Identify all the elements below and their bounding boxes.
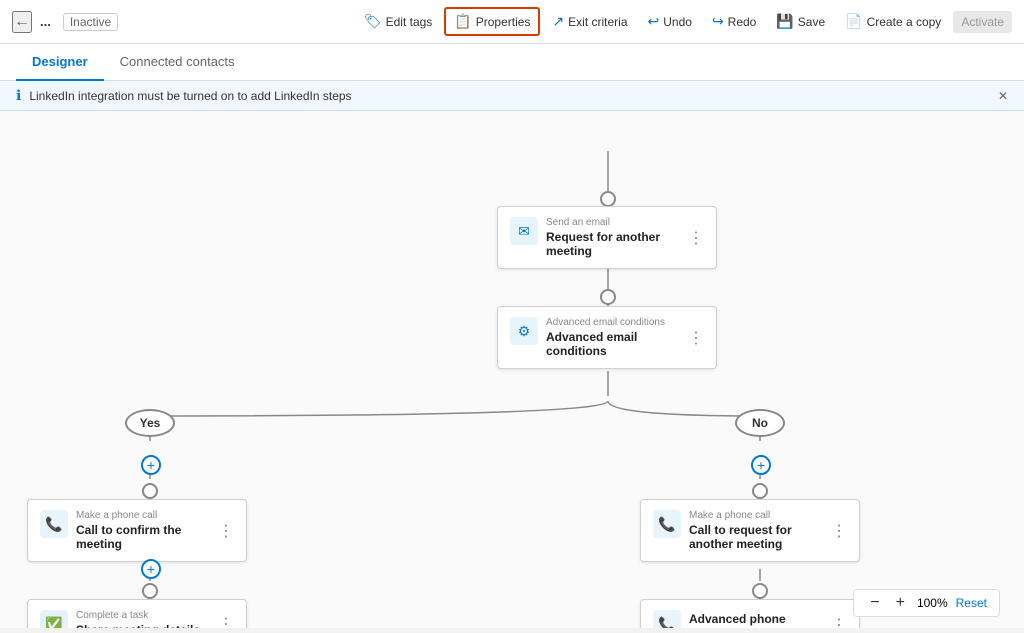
complete-task-node[interactable]: ✅ Complete a task Share meeting details …	[27, 599, 247, 628]
advanced-email-node[interactable]: ⚙ Advanced email conditions Advanced ema…	[497, 306, 717, 369]
advanced-phone-node[interactable]: 📞 Advanced phone condition ⋮	[640, 599, 860, 628]
status-badge: Inactive	[63, 13, 118, 31]
zoom-bar: − + 100% Reset	[853, 589, 1000, 617]
exit-criteria-icon: ↗	[552, 13, 564, 30]
close-info-button[interactable]: ✕	[998, 89, 1008, 103]
start-circle	[600, 191, 616, 207]
app-name: ...	[40, 14, 51, 29]
properties-icon: 📋	[454, 13, 471, 30]
info-bar: ℹ LinkedIn integration must be turned on…	[0, 81, 1024, 111]
properties-label: Properties	[476, 15, 531, 29]
advanced-email-menu[interactable]: ⋮	[688, 328, 704, 348]
phone-icon-left: 📞	[40, 510, 68, 538]
zoom-reset-button[interactable]: Reset	[956, 596, 987, 610]
call-confirm-title: Call to confirm the meeting	[76, 523, 210, 551]
edit-tags-button[interactable]: 🏷 Edit tags	[356, 9, 440, 34]
undo-button[interactable]: ↩ Undo	[640, 9, 700, 34]
zoom-out-button[interactable]: −	[866, 594, 883, 612]
info-icon: ℹ	[16, 87, 21, 104]
email-icon: ✉	[510, 217, 538, 245]
tag-icon: 🏷	[364, 13, 382, 30]
advanced-email-label: Advanced email conditions	[546, 317, 680, 328]
edit-tags-label: Edit tags	[386, 15, 433, 29]
header: ← ... Inactive 🏷 Edit tags 📋 Properties …	[0, 0, 1024, 44]
activate-label: Activate	[961, 15, 1004, 29]
advanced-phone-menu[interactable]: ⋮	[831, 615, 847, 628]
save-label: Save	[798, 15, 825, 29]
send-email-menu[interactable]: ⋮	[688, 228, 704, 248]
exit-criteria-label: Exit criteria	[568, 15, 627, 29]
complete-task-title: Share meeting details	[76, 623, 210, 628]
info-message: LinkedIn integration must be turned on t…	[29, 89, 351, 103]
complete-task-menu[interactable]: ⋮	[218, 614, 234, 628]
undo-icon: ↩	[648, 13, 660, 30]
send-email-label: Send an email	[546, 217, 680, 228]
call-confirm-label: Make a phone call	[76, 510, 210, 521]
properties-button[interactable]: 📋 Properties	[444, 7, 540, 36]
tab-designer[interactable]: Designer	[16, 44, 104, 81]
call-confirm-node[interactable]: 📞 Make a phone call Call to confirm the …	[27, 499, 247, 562]
call-confirm-menu[interactable]: ⋮	[218, 521, 234, 541]
back-button[interactable]: ←	[12, 11, 32, 33]
save-button[interactable]: 💾 Save	[768, 9, 833, 34]
create-copy-button[interactable]: 📄 Create a copy	[837, 9, 949, 34]
circle-left-2	[142, 583, 158, 599]
complete-task-label: Complete a task	[76, 610, 210, 621]
save-icon: 💾	[776, 13, 793, 30]
advanced-email-title: Advanced email conditions	[546, 330, 680, 358]
activate-button[interactable]: Activate	[953, 11, 1012, 33]
circle-left-1	[142, 483, 158, 499]
tabs: Designer Connected contacts	[0, 44, 1024, 81]
advanced-phone-title: Advanced phone condition	[689, 612, 823, 628]
canvas[interactable]: ✉ Send an email Request for another meet…	[0, 111, 1024, 628]
call-request-menu[interactable]: ⋮	[831, 521, 847, 541]
phone-icon-right: 📞	[653, 510, 681, 538]
call-request-title: Call to request for another meeting	[689, 523, 823, 551]
zoom-in-button[interactable]: +	[892, 594, 909, 612]
redo-icon: ↪	[712, 13, 724, 30]
task-icon: ✅	[40, 610, 68, 628]
header-actions: 🏷 Edit tags 📋 Properties ↗ Exit criteria…	[356, 7, 1012, 36]
phone-condition-icon: 📞	[653, 610, 681, 628]
redo-button[interactable]: ↪ Redo	[704, 9, 764, 34]
circle-right-2	[752, 583, 768, 599]
redo-label: Redo	[728, 15, 757, 29]
undo-label: Undo	[663, 15, 692, 29]
send-email-title: Request for another meeting	[546, 230, 680, 258]
plus-left-1[interactable]: +	[141, 455, 161, 475]
call-request-label: Make a phone call	[689, 510, 823, 521]
canvas-inner: ✉ Send an email Request for another meet…	[0, 111, 1024, 628]
condition-icon: ⚙	[510, 317, 538, 345]
circle-1	[600, 289, 616, 305]
plus-right-1[interactable]: +	[751, 455, 771, 475]
tab-connected-contacts[interactable]: Connected contacts	[104, 44, 251, 81]
plus-left-2[interactable]: +	[141, 559, 161, 579]
circle-right-1	[752, 483, 768, 499]
create-copy-label: Create a copy	[867, 15, 942, 29]
zoom-level: 100%	[917, 596, 948, 610]
call-request-node[interactable]: 📞 Make a phone call Call to request for …	[640, 499, 860, 562]
yes-branch-left: Yes	[125, 409, 175, 437]
exit-criteria-button[interactable]: ↗ Exit criteria	[544, 9, 635, 34]
send-email-node[interactable]: ✉ Send an email Request for another meet…	[497, 206, 717, 269]
copy-icon: 📄	[845, 13, 862, 30]
no-branch-right: No	[735, 409, 785, 437]
